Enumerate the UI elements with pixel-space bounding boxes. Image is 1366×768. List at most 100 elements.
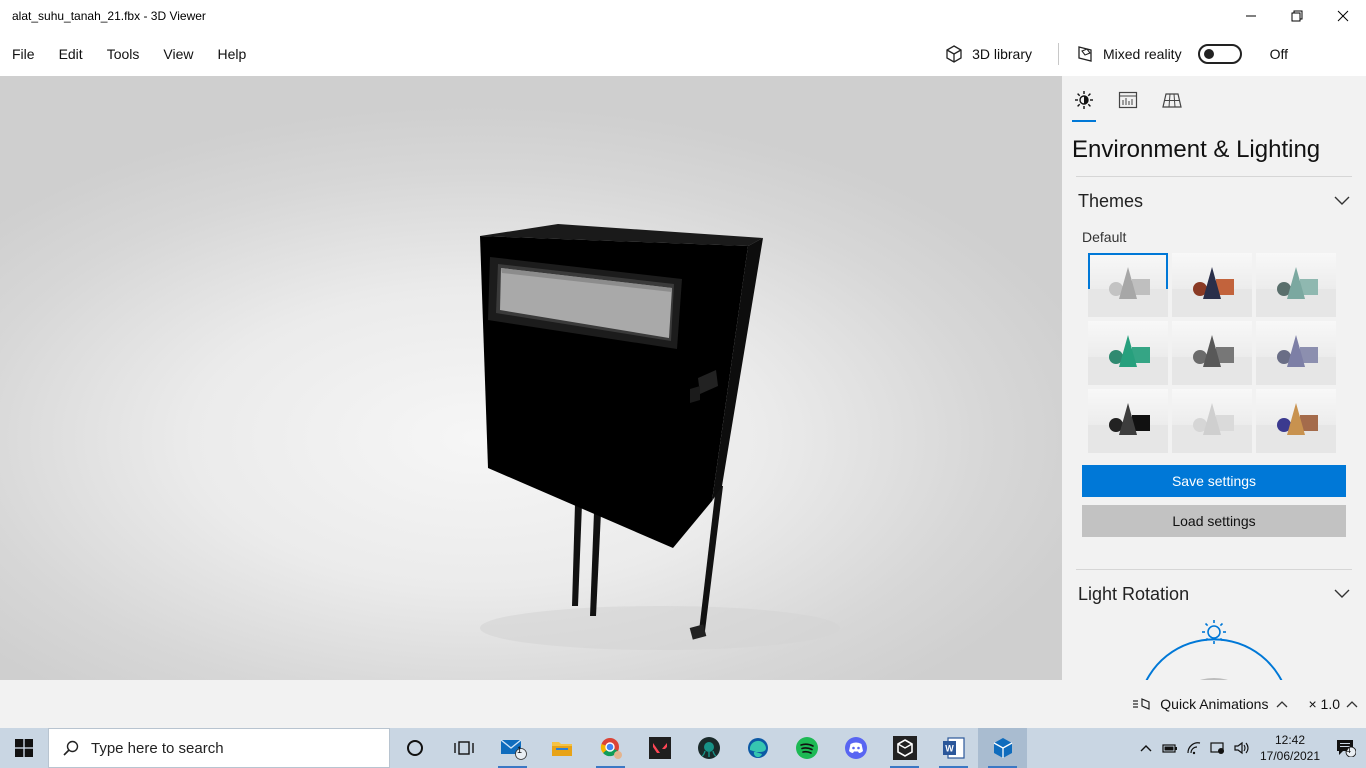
restore-button[interactable] — [1274, 0, 1320, 32]
battery-icon — [1162, 744, 1177, 753]
theme-tile-7[interactable] — [1088, 389, 1168, 453]
sun-handle-icon — [1202, 620, 1226, 644]
menu-bar: File Edit Tools View Help 3D library Mix… — [0, 32, 1366, 76]
task-view-button[interactable] — [439, 728, 488, 768]
chevron-down-icon — [1334, 196, 1350, 205]
valorant-icon — [648, 737, 671, 759]
theme-preview-icon — [1088, 335, 1168, 385]
menu-view[interactable]: View — [151, 32, 205, 76]
theme-tile-3[interactable] — [1256, 253, 1336, 317]
tray-network[interactable] — [1182, 728, 1206, 768]
status-bar: Quick Animations × 1.0 — [0, 680, 1366, 728]
theme-preview-icon — [1256, 267, 1336, 317]
close-icon — [1337, 10, 1349, 22]
taskbar-search-box[interactable]: Type here to search — [48, 728, 390, 768]
stats-icon — [1118, 91, 1138, 109]
mail-icon — [500, 739, 527, 760]
stats-tab[interactable] — [1116, 78, 1140, 122]
start-button[interactable] — [0, 728, 48, 768]
chevron-up-icon — [1140, 745, 1152, 752]
cortana-button[interactable] — [390, 728, 439, 768]
search-icon — [63, 740, 79, 756]
load-settings-button[interactable]: Load settings — [1082, 505, 1346, 537]
minimize-button[interactable] — [1228, 0, 1274, 32]
task-view-icon — [453, 741, 474, 755]
taskbar-chrome[interactable] — [586, 728, 635, 768]
tray-volume[interactable] — [1230, 728, 1254, 768]
theme-tile-1[interactable] — [1088, 253, 1168, 317]
taskbar-edge[interactable] — [733, 728, 782, 768]
theme-preview-icon — [1088, 403, 1168, 453]
tray-battery[interactable] — [1158, 728, 1182, 768]
restore-icon — [1291, 10, 1303, 22]
toggle-knob — [1203, 49, 1214, 59]
light-rotation-dial[interactable] — [1062, 618, 1366, 680]
mixed-reality-toggle[interactable] — [1197, 44, 1242, 64]
themes-label: Themes — [1078, 190, 1144, 211]
panel-tabs — [1062, 76, 1366, 124]
action-center-button[interactable]: 4 — [1326, 728, 1366, 768]
windows-logo-icon — [15, 739, 33, 757]
taskbar-valorant[interactable] — [635, 728, 684, 768]
cortana-icon — [406, 740, 423, 756]
taskbar-mail[interactable]: 1 — [488, 728, 537, 768]
theme-preview-icon — [1172, 403, 1252, 453]
save-settings-button[interactable]: Save settings — [1082, 465, 1346, 497]
3d-library-label: 3D library — [972, 46, 1032, 62]
taskbar-spotify[interactable] — [782, 728, 831, 768]
sun-icon — [1075, 91, 1093, 109]
theme-tile-6[interactable] — [1256, 321, 1336, 385]
3d-library-button[interactable]: 3D library — [944, 32, 1048, 76]
theme-tile-5[interactable] — [1172, 321, 1252, 385]
menu-help[interactable]: Help — [205, 32, 258, 76]
clock-date: 17/06/2021 — [1259, 749, 1321, 763]
taskbar-unity[interactable] — [880, 728, 929, 768]
svg-text:W: W — [945, 744, 954, 754]
chrome-icon — [600, 738, 622, 759]
search-placeholder: Type here to search — [91, 739, 224, 757]
environment-tab[interactable] — [1072, 78, 1096, 122]
animation-speed-button[interactable]: × 1.0 — [1308, 696, 1358, 712]
mixed-reality-icon — [1078, 46, 1092, 62]
theme-tile-4[interactable] — [1088, 321, 1168, 385]
edge-icon — [747, 738, 768, 758]
3d-viewport[interactable] — [0, 76, 1062, 680]
themes-header[interactable]: Themes — [1062, 177, 1366, 225]
theme-tile-9[interactable] — [1256, 389, 1336, 453]
menu-tools[interactable]: Tools — [95, 32, 152, 76]
tray-meet-now[interactable] — [1206, 728, 1230, 768]
theme-preview-icon — [1088, 267, 1168, 317]
menu-edit[interactable]: Edit — [47, 32, 95, 76]
model-render — [480, 224, 840, 650]
window-title: alat_suhu_tanah_21.fbx - 3D Viewer — [12, 9, 206, 23]
taskbar-gitkraken[interactable] — [684, 728, 733, 768]
notification-count: 4 — [1346, 745, 1352, 755]
taskbar-file-explorer[interactable] — [537, 728, 586, 768]
unity-icon — [892, 736, 917, 760]
theme-tile-8[interactable] — [1172, 389, 1252, 453]
panel-title: Environment & Lighting — [1072, 136, 1321, 163]
gitkraken-icon — [697, 737, 720, 759]
close-button[interactable] — [1320, 0, 1366, 32]
tray-overflow-button[interactable] — [1134, 728, 1158, 768]
wifi-icon — [1187, 742, 1201, 755]
3d-viewer-icon — [993, 738, 1012, 758]
taskbar-clock[interactable]: 12:42 17/06/2021 — [1254, 732, 1326, 764]
theme-preview-icon — [1256, 335, 1336, 385]
animation-icon — [1133, 698, 1150, 710]
taskbar-word[interactable]: W — [929, 728, 978, 768]
discord-icon — [844, 737, 867, 759]
quick-animations-button[interactable]: Quick Animations — [1132, 696, 1288, 712]
system-tray: 12:42 17/06/2021 4 — [1134, 728, 1366, 768]
grid-tab[interactable] — [1160, 78, 1184, 122]
taskbar-discord[interactable] — [831, 728, 880, 768]
chevron-up-icon — [1346, 701, 1358, 708]
theme-grid — [1062, 253, 1366, 453]
light-rotation-header[interactable]: Light Rotation — [1062, 570, 1366, 618]
folder-icon — [551, 742, 572, 756]
theme-tile-2[interactable] — [1172, 253, 1252, 317]
menu-file[interactable]: File — [0, 32, 47, 76]
mail-badge: 1 — [517, 745, 523, 755]
mixed-reality-group: Mixed reality Off — [1075, 44, 1366, 64]
taskbar-3d-viewer[interactable] — [978, 728, 1027, 768]
